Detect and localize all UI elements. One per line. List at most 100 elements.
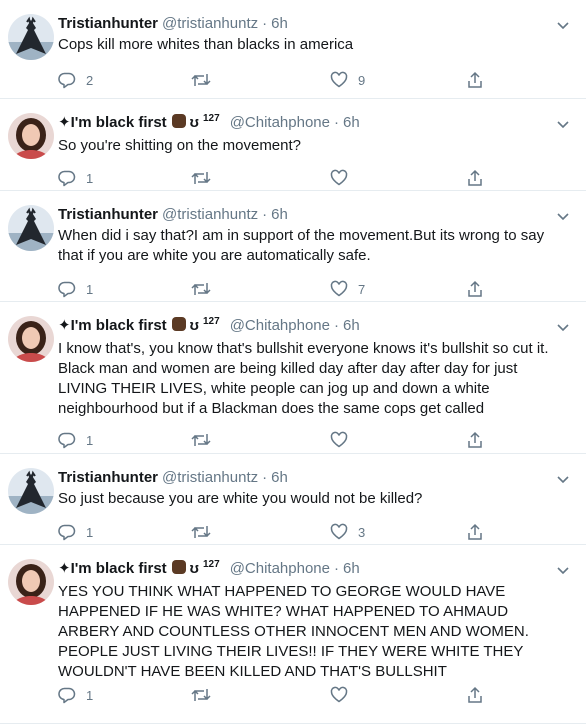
user-handle[interactable]: @Chitahphone	[230, 113, 330, 133]
like-button[interactable]: 9	[330, 70, 365, 90]
chevron-down-icon[interactable]	[554, 207, 572, 225]
share-icon	[466, 523, 484, 541]
user-handle[interactable]: @Chitahphone	[230, 316, 330, 336]
share-button[interactable]	[466, 522, 484, 542]
chevron-down-icon[interactable]	[554, 16, 572, 34]
separator: ·	[262, 206, 268, 223]
timestamp[interactable]: 6h	[343, 559, 360, 579]
retweet-icon	[190, 523, 212, 541]
avatar[interactable]	[8, 316, 54, 362]
batman-avatar-image	[8, 468, 54, 514]
tweet-text: When did i say that?I am in support of t…	[58, 227, 545, 264]
share-icon	[466, 71, 484, 89]
tweet[interactable]: Tristianhunter @tristianhuntz · 6h Cops …	[0, 0, 586, 99]
retweet-icon	[190, 280, 212, 298]
retweet-button[interactable]	[190, 522, 222, 542]
separator: ·	[334, 317, 339, 334]
reply-icon	[58, 523, 76, 541]
display-name[interactable]: Tristianhunter	[58, 468, 158, 488]
retweet-button[interactable]	[190, 685, 222, 705]
reply-button[interactable]: 1	[58, 168, 93, 188]
tweet-body: Tristianhunter @tristianhuntz · 6h So ju…	[58, 468, 554, 509]
tweet[interactable]: Tristianhunter @tristianhuntz · 6h So ju…	[0, 454, 586, 545]
tweet-actions: 1	[58, 430, 498, 450]
user-handle[interactable]: @tristianhuntz	[162, 14, 258, 34]
share-icon	[466, 169, 484, 187]
name-superscript: 127	[203, 316, 220, 327]
tweet-body: Tristianhunter @tristianhuntz · 6h When …	[58, 205, 554, 266]
separator: ·	[262, 15, 268, 32]
retweet-button[interactable]	[190, 430, 222, 450]
raised-fist-icon	[171, 317, 186, 331]
avatar[interactable]	[8, 113, 54, 159]
display-name[interactable]: Tristianhunter	[58, 205, 158, 225]
tweet-body: ✦I'm black first ʊ 127 @Chitahphone · 6h…	[58, 559, 554, 682]
tweet[interactable]: ✦I'm black first ʊ 127 @Chitahphone · 6h…	[0, 302, 586, 454]
timestamp[interactable]: 6h	[271, 205, 288, 225]
tweet-actions: 2 9	[58, 70, 498, 90]
heart-icon	[330, 71, 348, 89]
retweet-icon	[190, 686, 212, 704]
reply-count: 1	[86, 687, 94, 703]
display-name[interactable]: Tristianhunter	[58, 14, 158, 34]
raised-fist-icon	[171, 560, 186, 574]
retweet-button[interactable]	[190, 168, 222, 188]
user-handle[interactable]: @tristianhuntz	[162, 205, 258, 225]
tweet-header: ✦I'm black first ʊ 127 @Chitahphone · 6h	[58, 113, 554, 135]
heart-icon	[330, 169, 348, 187]
like-count: 9	[358, 72, 366, 88]
tweet-actions: 1	[58, 685, 498, 705]
like-button[interactable]: 7	[330, 279, 365, 299]
like-count: 3	[358, 524, 366, 540]
tweet-text: So you're shitting on the movement?	[58, 137, 302, 154]
tweet[interactable]: ✦I'm black first ʊ 127 @Chitahphone · 6h…	[0, 545, 586, 724]
share-button[interactable]	[466, 168, 484, 188]
tweet[interactable]: Tristianhunter @tristianhuntz · 6h When …	[0, 191, 586, 302]
tweet-header: Tristianhunter @tristianhuntz · 6h	[58, 205, 554, 225]
timestamp[interactable]: 6h	[343, 316, 360, 336]
user-handle[interactable]: @Chitahphone	[230, 559, 330, 579]
profile-photo-avatar-image	[8, 316, 54, 362]
tweet-actions: 1 7	[58, 279, 498, 299]
reply-button[interactable]: 1	[58, 522, 93, 542]
avatar[interactable]	[8, 14, 54, 60]
like-button[interactable]: 3	[330, 522, 365, 542]
display-name[interactable]: ✦I'm black first	[58, 559, 167, 579]
chevron-down-icon[interactable]	[554, 561, 572, 579]
retweet-button[interactable]	[190, 70, 222, 90]
chevron-down-icon[interactable]	[554, 318, 572, 336]
tweet-text: So just because you are white you would …	[58, 490, 423, 507]
retweet-icon	[190, 169, 212, 187]
avatar[interactable]	[8, 205, 54, 251]
share-icon	[466, 280, 484, 298]
like-button[interactable]	[330, 685, 358, 705]
like-button[interactable]	[330, 168, 358, 188]
avatar[interactable]	[8, 468, 54, 514]
share-button[interactable]	[466, 70, 484, 90]
tweet[interactable]: ✦I'm black first ʊ 127 @Chitahphone · 6h…	[0, 99, 586, 191]
avatar[interactable]	[8, 559, 54, 605]
share-icon	[466, 431, 484, 449]
user-handle[interactable]: @tristianhuntz	[162, 468, 258, 488]
tweet-body: Tristianhunter @tristianhuntz · 6h Cops …	[58, 14, 554, 55]
heart-icon	[330, 431, 348, 449]
retweet-button[interactable]	[190, 279, 222, 299]
chevron-down-icon[interactable]	[554, 470, 572, 488]
tweet-header: ✦I'm black first ʊ 127 @Chitahphone · 6h	[58, 559, 554, 581]
reply-button[interactable]: 1	[58, 685, 93, 705]
timestamp[interactable]: 6h	[343, 113, 360, 133]
display-name[interactable]: ✦I'm black first	[58, 113, 167, 133]
timestamp[interactable]: 6h	[271, 468, 288, 488]
reply-button[interactable]: 1	[58, 279, 93, 299]
share-button[interactable]	[466, 279, 484, 299]
reply-button[interactable]: 2	[58, 70, 93, 90]
share-button[interactable]	[466, 430, 484, 450]
share-button[interactable]	[466, 685, 484, 705]
display-name[interactable]: ✦I'm black first	[58, 316, 167, 336]
chevron-down-icon[interactable]	[554, 115, 572, 133]
like-button[interactable]	[330, 430, 358, 450]
timestamp[interactable]: 6h	[271, 14, 288, 34]
share-icon	[466, 686, 484, 704]
reply-count: 2	[86, 72, 94, 88]
reply-button[interactable]: 1	[58, 430, 93, 450]
